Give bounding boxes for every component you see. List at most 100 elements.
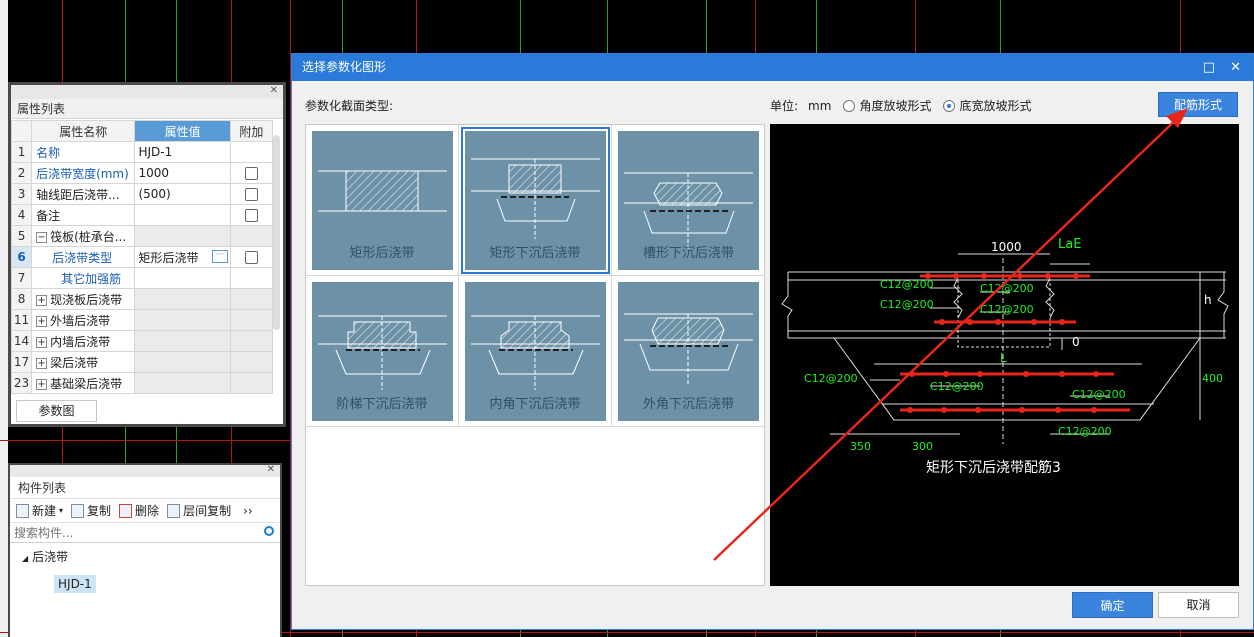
radio-angle-slope[interactable] [843, 99, 856, 112]
table-row[interactable]: 23 + 基础梁后浇带 [10, 372, 274, 394]
search-icon[interactable] [264, 526, 274, 536]
row-number: 6 [10, 246, 33, 268]
close-icon[interactable]: ✕ [1230, 54, 1241, 81]
property-value [134, 288, 231, 310]
property-value[interactable] [134, 204, 231, 226]
ellipsis-button[interactable]: ··· [211, 250, 228, 263]
column-header-name[interactable]: 属性名称 [31, 120, 136, 142]
property-extra [229, 141, 274, 163]
search-input[interactable] [10, 523, 280, 542]
tile-label: 槽形下沉后浇带 [642, 246, 734, 261]
table-row[interactable]: 8 + 现浇板后浇带 [10, 288, 274, 310]
ok-button[interactable]: 确定 [1072, 592, 1153, 618]
table-row[interactable]: 1 名称 HJD-1 [10, 141, 274, 163]
rebar-label: C12@200 [930, 380, 984, 393]
property-value[interactable]: (500) [134, 183, 231, 205]
table-row[interactable]: 11 + 外墙后浇带 [10, 309, 274, 331]
radio-angle-slope-label[interactable]: 角度放坡形式 [859, 97, 931, 114]
rebar-label: C12@200 [1072, 388, 1126, 401]
delete-icon [119, 503, 133, 518]
table-row[interactable]: 4 备注 [10, 204, 274, 226]
attach-checkbox[interactable] [244, 188, 258, 201]
row-number: 2 [10, 162, 33, 184]
properties-header-row: 属性名称 属性值 附加 [10, 120, 274, 142]
floor-copy-icon [167, 503, 181, 518]
row-number: 17 [10, 351, 33, 373]
new-file-icon [16, 503, 29, 518]
expand-icon[interactable]: + [36, 378, 48, 390]
table-row[interactable]: 2 后浇带宽度(mm) 1000 [10, 162, 274, 184]
property-name: 备注 [31, 204, 136, 226]
expand-icon[interactable]: + [36, 294, 48, 306]
tree-node-label: 后浇带 [32, 550, 69, 564]
properties-table: 属性名称 属性值 附加 1 名称 HJD-1 2 后浇带宽度(mm) 1000 … [10, 120, 274, 394]
collapse-icon[interactable]: − [36, 231, 48, 243]
tree-node-hjd-1[interactable]: HJD-1 [54, 575, 96, 593]
rebar-preview-diagram: 1000 LaE h L 0 400 350 300 C12@200 C12@2… [781, 237, 1229, 476]
cad-left-strip [0, 0, 8, 637]
dim-400-label: 400 [1202, 372, 1223, 385]
property-value [134, 351, 231, 373]
dim-zero-label: 0 [1072, 335, 1080, 349]
expand-icon[interactable]: + [36, 336, 48, 348]
tile-outer-corner-sunken-post-pour[interactable]: 外角下沉后浇带 [612, 276, 765, 427]
row-number: 11 [10, 309, 33, 331]
property-value-editor[interactable]: 矩形后浇带 ··· [134, 246, 231, 268]
property-name: 现浇板后浇带 [50, 292, 123, 307]
tile-rect-sunken-post-pour[interactable]: 矩形下沉后浇带 [459, 125, 612, 276]
expand-icon[interactable]: + [36, 315, 48, 327]
radio-width-slope[interactable] [943, 99, 956, 112]
property-value [134, 309, 231, 331]
dim-l-label: L [1000, 351, 1007, 365]
properties-panel-titlebar[interactable]: ✕ [11, 85, 283, 99]
property-name: 外墙后浇带 [50, 313, 111, 328]
properties-scrollbar[interactable] [273, 135, 280, 330]
tile-label: 外角下沉后浇带 [642, 397, 734, 412]
column-header-extra[interactable]: 附加 [229, 120, 274, 142]
row-number: 3 [10, 183, 33, 205]
tree-node-root[interactable]: ◢ 后浇带 [10, 543, 280, 565]
table-row[interactable]: 7 其它加强筋 [10, 267, 274, 289]
rebar-label: C12@200 [804, 372, 858, 385]
new-button[interactable]: 新建 ▾ [16, 502, 63, 519]
delete-button[interactable]: 删除 [119, 502, 159, 519]
property-value[interactable]: HJD-1 [134, 141, 231, 163]
table-row[interactable]: 17 + 梁后浇带 [10, 351, 274, 373]
table-row[interactable]: 3 轴线距后浇带... (500) [10, 183, 274, 205]
property-value[interactable]: 矩形后浇带 [138, 251, 198, 265]
table-row[interactable]: 14 + 内墙后浇带 [10, 330, 274, 352]
properties-panel-title: 属性列表 [11, 99, 283, 119]
expand-icon[interactable]: + [36, 357, 48, 369]
close-icon[interactable]: ✕ [267, 464, 275, 476]
property-value [134, 225, 231, 247]
table-row-selected[interactable]: 6 后浇带类型 矩形后浇带 ··· [10, 246, 274, 268]
component-panel: ✕ 构件列表 新建▾ 复制 删除 层间复制 ›› ◢ 后浇带 HJD-1 [8, 463, 282, 637]
maximize-icon[interactable]: □ [1203, 54, 1215, 81]
select-param-shape-dialog: 选择参数化图形 □ ✕ 参数化截面类型: 单位: mm 角度放坡形式 底宽放坡形… [291, 53, 1254, 630]
tile-trough-sunken-post-pour[interactable]: 槽形下沉后浇带 [612, 125, 765, 276]
component-panel-titlebar[interactable]: ✕ [10, 464, 280, 477]
tile-inner-corner-sunken-post-pour[interactable]: 内角下沉后浇带 [459, 276, 612, 427]
param-diagram-button[interactable]: 参数图 [16, 400, 97, 422]
copy-button[interactable]: 复制 [71, 502, 111, 519]
cancel-button[interactable]: 取消 [1158, 592, 1239, 618]
radio-width-slope-label[interactable]: 底宽放坡形式 [959, 97, 1031, 114]
attach-checkbox[interactable] [244, 251, 258, 264]
table-row[interactable]: 5 − 筏板(桩承台... [10, 225, 274, 247]
more-tools-button[interactable]: ›› [243, 504, 253, 518]
tile-stepped-sunken-post-pour[interactable]: 阶梯下沉后浇带 [306, 276, 459, 427]
attach-checkbox[interactable] [244, 209, 258, 222]
rebar-label: C12@200 [880, 298, 934, 311]
tree-collapse-icon[interactable]: ◢ [22, 554, 28, 563]
dropdown-caret-icon[interactable]: ▾ [59, 506, 63, 515]
tile-rect-post-pour[interactable]: 矩形后浇带 [306, 125, 459, 276]
property-value[interactable] [134, 267, 231, 289]
column-header-value[interactable]: 属性值 [134, 120, 231, 142]
close-icon[interactable]: ✕ [270, 85, 278, 97]
floor-copy-button[interactable]: 层间复制 [167, 502, 231, 519]
property-value[interactable]: 1000 [134, 162, 231, 184]
attach-checkbox[interactable] [244, 167, 258, 180]
tile-label: 矩形下沉后浇带 [489, 246, 581, 261]
dialog-titlebar[interactable]: 选择参数化图形 □ ✕ [292, 54, 1253, 81]
rebar-form-button[interactable]: 配筋形式 [1158, 92, 1238, 117]
